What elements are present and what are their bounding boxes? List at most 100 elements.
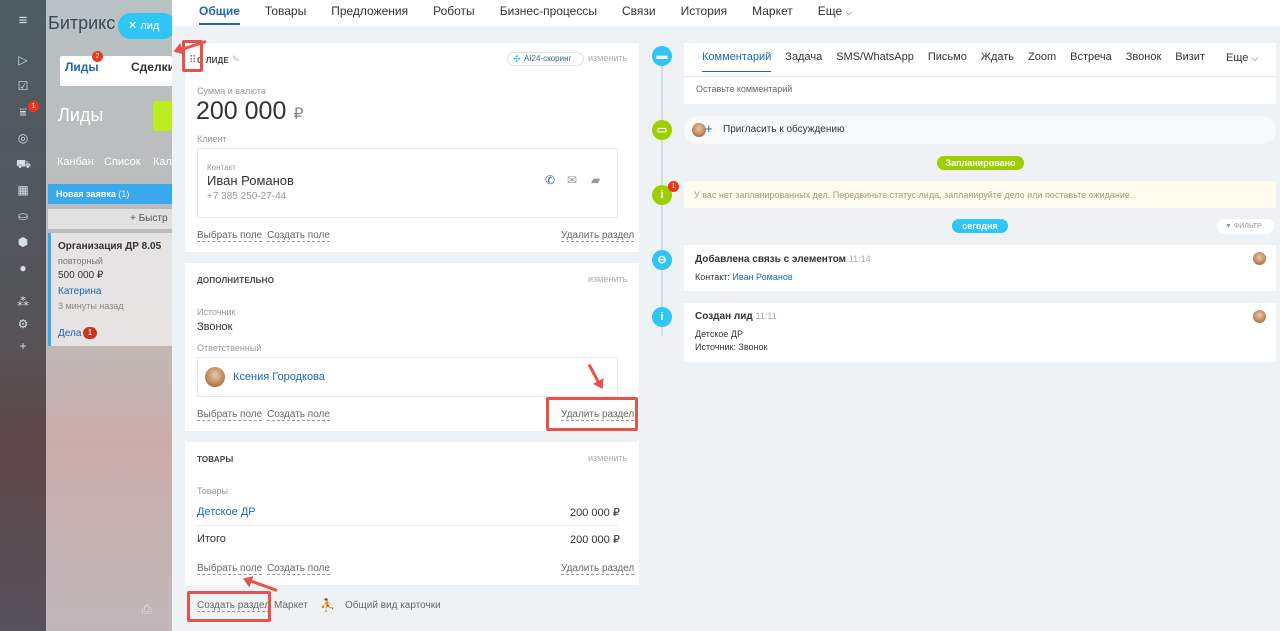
product-item-name[interactable]: Детское ДР [197,506,256,518]
about-create-field[interactable]: Создать поле [267,230,330,242]
nav-calendar-icon[interactable]: ▦ [16,184,30,196]
about-section: ⠿ О ЛИДЕ ✎ ✣ AI24-скоринг изменить Сумма … [185,43,639,252]
bg-card-deals[interactable]: Дела [58,328,81,339]
nav-target-icon[interactable]: ◎ [16,132,30,144]
products-edit-link[interactable]: изменить [588,453,627,463]
tab-robots[interactable]: Роботы [433,0,475,26]
event-created: Создан лид 11:11 Детское ДР Источник: Зв… [684,303,1276,362]
tab-products[interactable]: Товары [265,0,306,26]
nav-cart-icon[interactable]: ⛟ [16,158,31,170]
nav-add-icon[interactable]: + [16,340,30,352]
card-view-link[interactable]: Общий вид карточки [345,600,441,611]
products-label: Товары [197,486,228,496]
filter-button[interactable]: ▼ ФИЛЬТР [1217,219,1274,234]
about-select-field[interactable]: Выбрать поле [197,230,263,242]
tl-tab-meeting[interactable]: Встреча [1070,51,1112,72]
print-icon[interactable]: ⎙ [142,602,154,616]
phone-icon[interactable]: ✆ [545,173,555,187]
market-link[interactable]: Маркет [274,600,308,611]
tab-market[interactable]: Маркет [752,0,793,26]
bg-tab-deals[interactable]: Сделки [131,60,175,74]
extra-select-field[interactable]: Выбрать поле [197,409,263,421]
contact-phone[interactable]: +7 385 250-27-44 [207,191,286,202]
event-link-avatar [1253,252,1266,265]
nav-robot-icon[interactable]: ⛀ [16,210,30,222]
menu-icon[interactable]: ≡ [16,13,30,28]
ai-scoring-button[interactable]: ✣ AI24-скоринг [507,52,584,66]
scoring-label: AI24-скоринг [524,54,572,63]
client-label: Клиент [197,134,227,144]
today-pill: сегодня [952,219,1008,233]
tab-more-label: Еще [817,4,843,18]
tab-general[interactable]: Общие [199,0,240,26]
slider-tabs: Общие Товары Предложения Роботы Бизнес-п… [172,0,1280,26]
comment-icon: ▬ [652,46,672,66]
chat-icon[interactable]: ▰ [591,173,600,187]
tl-tab-call[interactable]: Звонок [1126,51,1162,72]
event-created-time: 11:11 [755,311,777,321]
column-header-label: Новая заявка [56,189,116,199]
nav-stream-icon[interactable]: ▷ [16,54,30,66]
tl-tab-comment[interactable]: Комментарий [702,51,772,72]
invite-avatar [692,123,706,137]
products-create-field[interactable]: Создать поле [267,563,330,575]
bg-view-list[interactable]: Список [104,156,141,168]
event-link-body: Контакт: Иван Романов [695,272,793,282]
bg-view-calendar[interactable]: Кал [153,156,172,168]
tab-quotes[interactable]: Предложения [331,0,408,26]
nav-check-icon[interactable]: ● [16,262,30,274]
tab-history[interactable]: История [681,0,728,26]
mail-icon[interactable]: ✉ [567,173,577,187]
event-link-contact[interactable]: Иван Романов [732,272,792,282]
products-section: ТОВАРЫ изменить Товары Детское ДР 200 00… [185,442,639,585]
amount-label: Сумма и валюта [197,86,266,96]
contact-card: Контакт Иван Романов +7 385 250-27-44 ✆ … [197,148,618,218]
about-edit-link[interactable]: изменить [588,53,627,63]
invite-label: Пригласить к обсуждению [723,124,845,135]
responsible-card: Ксения Городкова [197,357,618,397]
extra-edit-link[interactable]: изменить [588,274,627,284]
contact-name[interactable]: Иван Романов [207,173,294,188]
tl-tab-mail[interactable]: Письмо [928,51,967,72]
comment-input[interactable]: Оставьте комментарий [696,84,792,94]
products-delete-section[interactable]: Удалить раздел [561,563,635,575]
bg-page-title: Лиды [58,105,104,125]
bg-tab-leads[interactable]: Лиды [65,60,99,74]
tl-tab-wait[interactable]: Ждать [981,51,1014,72]
tl-tab-more[interactable]: Еще ⌵ [1226,52,1258,64]
bg-card-title: Организация ДР 8.05 [58,241,162,252]
tl-tab-zoom[interactable]: Zoom [1028,51,1056,72]
tab-links[interactable]: Связи [622,0,656,26]
close-slider-button[interactable]: ✕ лид [118,13,176,39]
tl-tab-sms[interactable]: SMS/WhatsApp [836,51,914,72]
nav-box-icon[interactable]: ⬢ [16,236,30,248]
tab-bizproc[interactable]: Бизнес-процессы [500,0,597,26]
product-item-price: 200 000 ₽ [570,507,620,519]
link-icon: ⊖ [652,250,672,270]
invite-bar[interactable]: + Пригласить к обсуждению [684,116,1276,144]
nav-settings-icon[interactable]: ⚙ [16,318,30,330]
close-icon: ✕ [128,20,138,32]
scoring-icon: ✣ [513,54,521,64]
tl-tab-task[interactable]: Задача [785,51,822,72]
tl-tab-visit[interactable]: Визит [1175,51,1205,72]
nav-tasks-icon[interactable]: ☑ [16,80,30,92]
filter-label: ФИЛЬТР [1233,223,1262,230]
responsible-avatar [205,367,225,387]
amount-value: 200 000 ₽ [196,97,304,126]
about-delete-section[interactable]: Удалить раздел [561,230,635,242]
products-select-field[interactable]: Выбрать поле [197,563,263,575]
extra-create-field[interactable]: Создать поле [267,409,330,421]
planned-pill: Запланировано [937,156,1024,170]
bg-quick-add[interactable]: + Быстр [48,209,172,229]
responsible-name[interactable]: Ксения Городкова [233,371,325,383]
bg-add-button[interactable] [153,101,172,131]
pencil-icon[interactable]: ✎ [232,54,240,65]
nav-org-icon[interactable]: ⁂ [16,296,30,308]
event-link-label: Контакт: [695,272,730,282]
source-value: Звонок [197,321,233,333]
contact-type-label: Контакт [207,163,236,172]
bg-view-kanban[interactable]: Канбан [57,156,94,168]
event-link-title-text: Добавлена связь с элементом [695,254,846,265]
tab-more[interactable]: Еще ⌵ [818,0,853,26]
